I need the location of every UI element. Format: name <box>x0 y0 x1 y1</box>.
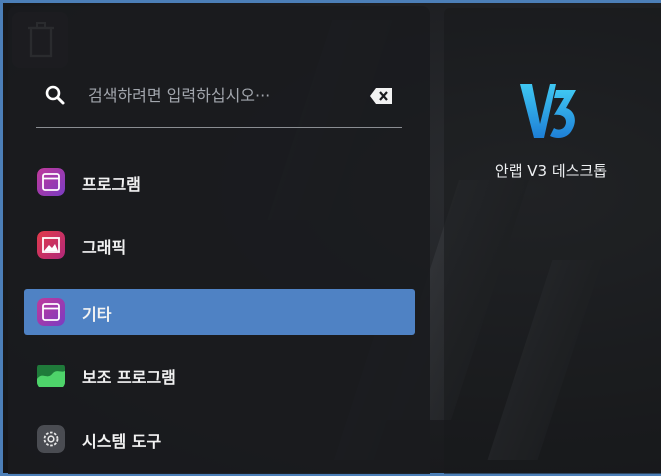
category-graphics[interactable]: 그래픽 <box>24 222 415 268</box>
category-accessories[interactable]: 보조 프로그램 <box>24 352 415 398</box>
v3-icon[interactable] <box>516 80 582 146</box>
category-label: 기타 <box>82 305 112 324</box>
category-programs[interactable]: 프로그램 <box>24 159 415 205</box>
image-icon <box>37 231 65 259</box>
category-label: 시스템 도구 <box>82 432 162 451</box>
clear-search-icon[interactable] <box>370 88 392 104</box>
category-label: 그래픽 <box>82 238 127 257</box>
window-icon <box>37 298 65 326</box>
gear-icon <box>37 425 65 453</box>
desktop-panel <box>444 8 661 474</box>
search-icon <box>45 85 65 105</box>
search-bar <box>30 74 402 120</box>
window-frame-left <box>0 0 3 476</box>
v3-shortcut-label[interactable]: 안랩 V3 데스크톱 <box>476 160 626 182</box>
search-input[interactable] <box>88 82 358 108</box>
category-label: 보조 프로그램 <box>82 368 176 387</box>
search-underline <box>36 127 402 128</box>
category-system-tools[interactable]: 시스템 도구 <box>24 416 415 462</box>
category-label: 프로그램 <box>82 175 141 194</box>
window-frame-top <box>0 0 661 3</box>
category-other[interactable]: 기타 <box>24 289 415 335</box>
window-icon <box>37 168 65 196</box>
accessories-icon <box>37 365 65 387</box>
